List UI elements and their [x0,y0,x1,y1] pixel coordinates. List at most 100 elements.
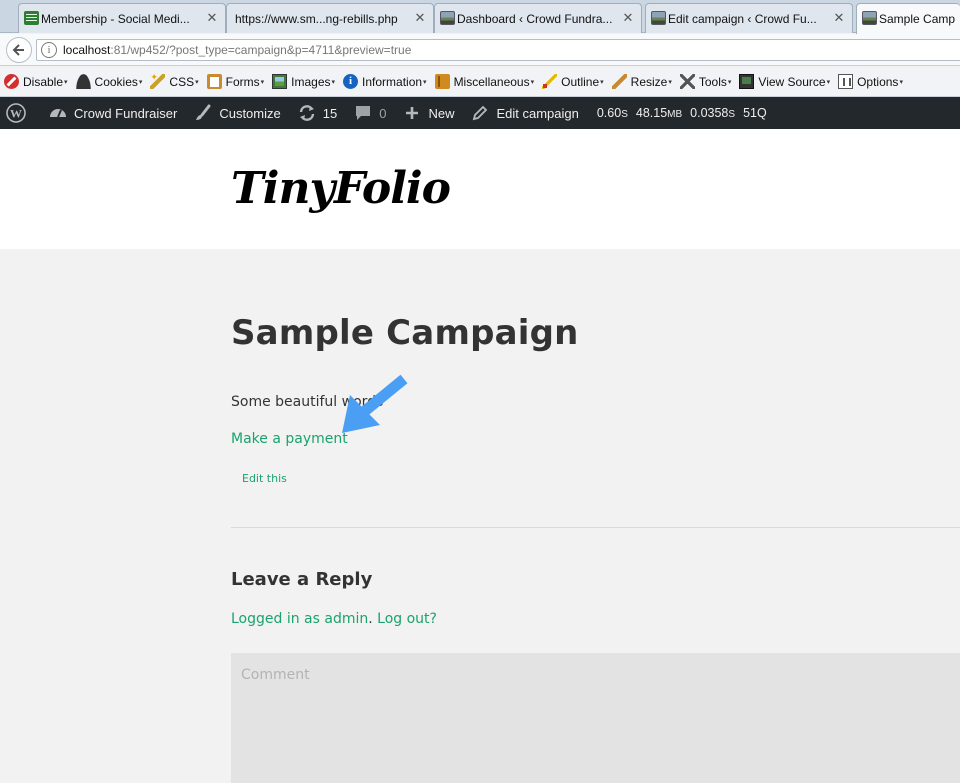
menu-label: Resize [630,74,668,89]
logout-link[interactable]: Log out? [377,611,437,627]
page-time-unit: S [621,109,628,120]
separator: . [368,611,373,627]
cookies-icon [75,74,91,89]
close-tab-icon[interactable]: ✕ [413,11,427,25]
svg-text:W: W [10,107,22,121]
comments-link[interactable]: 0 [345,97,394,129]
devbar-outline-menu[interactable]: Outline ▾ [538,71,608,93]
dropdown-caret-icon: ▾ [195,78,199,86]
browser-tab-edit-campaign[interactable]: Edit campaign ‹ Crowd Fu... ✕ [645,3,853,33]
close-tab-icon[interactable]: ✕ [621,11,635,25]
menu-label: Information [362,74,423,89]
edit-campaign-label: Edit campaign [496,105,579,121]
address-bar[interactable]: i localhost :81/wp452/?post_type=campaig… [36,39,960,61]
devbar-miscellaneous-menu[interactable]: Miscellaneous ▾ [431,71,539,93]
dropdown-caret-icon: ▾ [331,78,336,86]
browser-tab-sample-campaign[interactable]: Sample Camp [856,3,960,34]
dropdown-caret-icon: ▾ [64,78,68,86]
comment-textarea[interactable] [231,653,960,783]
edit-this-link[interactable]: Edit this [242,472,287,485]
make-payment-link[interactable]: Make a payment [231,431,348,447]
paintbrush-icon [193,103,213,123]
updates-link[interactable]: 15 [289,97,345,129]
dashboard-gauge-icon [48,103,68,123]
edit-campaign-link[interactable]: Edit campaign [462,97,586,129]
devbar-images-menu[interactable]: Images ▾ [268,71,339,93]
menu-label: Outline [561,74,600,89]
image-icon [272,74,288,89]
site-name: Crowd Fundraiser [74,105,178,121]
site-name-menu[interactable]: Crowd Fundraiser [40,97,185,129]
dropdown-caret-icon: ▾ [727,78,732,86]
landscape-favicon-icon [862,11,877,25]
page-time: 0.60S [593,106,632,120]
devbar-resize-menu[interactable]: Resize ▾ [608,71,676,93]
pencil-icon [542,74,558,89]
url-host: localhost [63,43,111,57]
dropdown-caret-icon: ▾ [826,78,831,86]
social-club-favicon-icon [24,11,39,25]
dropdown-caret-icon: ▾ [138,78,143,86]
dropdown-caret-icon: ▾ [899,78,903,86]
devbar-information-menu[interactable]: i Information ▾ [339,71,431,93]
page-time-value: 0.60 [596,106,622,120]
devbar-disable-menu[interactable]: Disable ▾ [0,71,72,93]
back-button[interactable] [6,37,32,63]
browser-tab-dashboard[interactable]: Dashboard ‹ Crowd Fundra... ✕ [434,3,642,33]
css-wand-icon [150,72,166,89]
tab-title: Edit campaign ‹ Crowd Fu... [668,11,817,26]
new-content-menu[interactable]: New [394,97,462,129]
notebook-icon [434,74,450,89]
ruler-icon [611,74,627,89]
dropdown-caret-icon: ▾ [668,78,672,86]
devbar-tools-menu[interactable]: Tools ▾ [676,71,736,93]
site-info-icon[interactable]: i [41,42,57,58]
browser-tab-membership[interactable]: Membership - Social Medi... ✕ [18,3,226,33]
query-count: 51Q [743,106,767,120]
devbar-cookies-menu[interactable]: Cookies ▾ [72,71,147,93]
close-tab-icon[interactable]: ✕ [205,11,219,25]
memory-usage: 48.15MB [632,106,686,120]
tab-title: Dashboard ‹ Crowd Fundra... [457,11,613,26]
clipboard-icon [206,74,222,89]
wordpress-logo-icon: W [6,103,26,123]
site-logo[interactable]: TinyFolio [231,167,451,211]
customize-label: Customize [219,105,281,121]
url-path: :81/wp452/?post_type=campaign&p=4711&pre… [110,43,412,57]
disable-icon [4,74,19,89]
comment-bubble-icon [353,103,373,123]
logged-in-notice: Logged in as admin. Log out? [231,611,437,627]
landscape-favicon-icon [440,11,455,25]
new-label: New [428,105,455,121]
query-time: 0.0358S [686,106,739,120]
refresh-icon [297,103,317,123]
menu-label: Disable [23,74,64,89]
profile-link[interactable]: Logged in as admin [231,611,368,627]
monitor-icon [739,74,755,89]
customize-link[interactable]: Customize [185,97,288,129]
devbar-forms-menu[interactable]: Forms ▾ [203,71,269,93]
memory-unit: MB [667,109,683,120]
back-arrow-icon [12,44,24,56]
main-content: Sample Campaign Some beautiful words Mak… [0,249,960,783]
landscape-favicon-icon [651,11,666,25]
devbar-css-menu[interactable]: CSS▾ [146,71,202,93]
menu-label: Miscellaneous [453,74,530,89]
tab-title: Sample Camp [879,12,956,26]
menu-label: Images [291,74,331,89]
close-tab-icon[interactable]: ✕ [832,11,846,25]
query-time-unit: S [728,109,736,120]
devbar-view-source-menu[interactable]: View Source ▾ [735,71,834,93]
dropdown-caret-icon: ▾ [260,78,265,86]
leave-reply-heading: Leave a Reply [231,569,373,590]
tab-title: https://www.sm...ng-rebills.php [235,11,398,26]
query-monitor-stats[interactable]: 0.60S 48.15MB 0.0358S 51Q [587,97,779,129]
wordpress-menu[interactable]: W [0,97,40,129]
browser-tab-rebills[interactable]: https://www.sm...ng-rebills.php ✕ [226,3,434,33]
web-developer-toolbar: Disable▾ Cookies▾ CSS▾ Forms▾ Images▾ iI… [0,67,960,97]
dropdown-caret-icon: ▾ [530,78,535,86]
wp-admin-bar: W Crowd Fundraiser Customize 15 0 New Ed… [0,97,960,129]
devbar-options-menu[interactable]: Options ▾ [834,71,907,93]
updates-count: 15 [322,105,338,121]
menu-label: CSS [169,74,195,89]
